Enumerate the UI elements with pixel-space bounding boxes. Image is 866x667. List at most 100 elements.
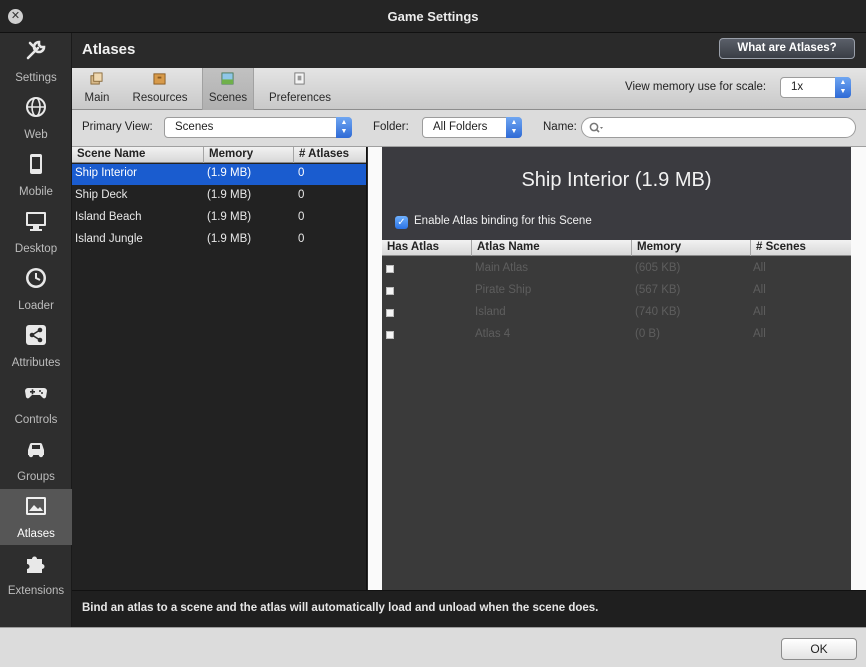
sidebar-item-mobile[interactable]: Mobile xyxy=(0,147,72,203)
panel-divider xyxy=(368,147,382,590)
sidebar-item-label: Desktop xyxy=(14,243,58,255)
scene-name: Island Jungle xyxy=(75,233,143,245)
has-atlas-checkbox[interactable] xyxy=(386,265,394,273)
tab-label: Main xyxy=(84,92,110,104)
table-row[interactable]: Ship Deck (1.9 MB) 0 xyxy=(72,186,366,207)
has-atlas-checkbox[interactable] xyxy=(386,331,394,339)
atlas-memory: (0 B) xyxy=(635,328,660,340)
column-header[interactable]: Memory xyxy=(637,241,681,253)
enable-binding-checkbox[interactable]: ✓ xyxy=(395,216,408,229)
tab-label: Scenes xyxy=(208,92,248,104)
wrench-icon xyxy=(26,40,46,60)
atlas-name: Main Atlas xyxy=(475,262,529,274)
status-bar: Bind an atlas to a scene and the atlas w… xyxy=(72,590,866,627)
scene-memory: (1.9 MB) xyxy=(207,189,252,201)
toolbar: Main Resources Scenes Preferences View m… xyxy=(72,68,866,110)
sidebar-item-groups[interactable]: Groups xyxy=(0,432,72,488)
scale-select-value: 1x xyxy=(791,81,804,93)
box-icon xyxy=(153,73,166,85)
filter-bar: Primary View: Scenes ▲ ▼ Folder: All Fold… xyxy=(72,110,866,147)
scene-atlas-count: 0 xyxy=(298,233,305,245)
primary-view-select[interactable]: Scenes ▲ ▼ xyxy=(164,117,352,138)
name-search-input[interactable] xyxy=(581,117,856,138)
sidebar-item-label: Atlases xyxy=(17,528,55,540)
atlas-memory: (740 KB) xyxy=(635,306,681,318)
column-header[interactable]: Atlas Name xyxy=(477,241,540,253)
scene-name: Ship Deck xyxy=(75,189,128,201)
scenes-table-header: Scene Name Memory # Atlases xyxy=(72,147,366,163)
column-header[interactable]: Has Atlas xyxy=(387,241,439,253)
main-icon xyxy=(90,72,103,85)
ok-button[interactable]: OK xyxy=(781,638,857,660)
sidebar-item-attributes[interactable]: Attributes xyxy=(0,318,72,374)
sidebar-item-settings[interactable]: Settings xyxy=(0,33,72,89)
atlas-scene-count: All xyxy=(753,284,766,296)
scene-atlas-count: 0 xyxy=(298,211,305,223)
page-header: Atlases What are Atlases? xyxy=(72,33,866,68)
scene-detail-header: Ship Interior (1.9 MB) ✓ Enable Atlas bi… xyxy=(382,147,851,240)
sidebar-item-label: Extensions xyxy=(7,585,65,597)
table-row: Main Atlas (605 KB) All xyxy=(382,257,851,279)
column-header[interactable]: # Atlases xyxy=(299,148,349,163)
table-row[interactable]: Island Jungle (1.9 MB) 0 xyxy=(72,230,366,251)
page-title: Atlases xyxy=(82,41,136,58)
sidebar-item-extensions[interactable]: Extensions xyxy=(0,546,72,602)
chevron-updown-icon: ▲ ▼ xyxy=(835,77,851,98)
scale-select[interactable]: 1x ▲ ▼ xyxy=(780,77,851,98)
sidebar: Settings Web Mobile Desktop Loader Attri… xyxy=(0,33,72,627)
sidebar-item-controls[interactable]: Controls xyxy=(0,375,72,431)
table-row: Pirate Ship (567 KB) All xyxy=(382,279,851,301)
table-row: Island (740 KB) All xyxy=(382,301,851,323)
scene-name: Ship Interior xyxy=(75,167,138,179)
sidebar-item-desktop[interactable]: Desktop xyxy=(0,204,72,260)
atlas-memory: (605 KB) xyxy=(635,262,681,274)
sidebar-item-loader[interactable]: Loader xyxy=(0,261,72,317)
atlas-name: Pirate Ship xyxy=(475,284,532,296)
atlas-table-header: Has Atlas Atlas Name Memory # Scenes xyxy=(382,240,851,256)
folder-select[interactable]: All Folders ▲ ▼ xyxy=(422,117,522,138)
name-label: Name: xyxy=(543,121,577,133)
scene-memory: (1.9 MB) xyxy=(207,233,252,245)
tab-resources[interactable]: Resources xyxy=(124,68,196,110)
column-divider xyxy=(203,147,204,163)
car-icon xyxy=(28,442,44,458)
sidebar-item-web[interactable]: Web xyxy=(0,90,72,146)
atlas-name: Atlas 4 xyxy=(475,328,511,340)
table-row[interactable]: Island Beach (1.9 MB) 0 xyxy=(72,208,366,229)
phone-icon xyxy=(30,154,42,174)
primary-view-label: Primary View: xyxy=(82,121,153,133)
panel-border xyxy=(851,147,866,590)
sidebar-item-label: Mobile xyxy=(19,186,53,198)
tab-preferences[interactable]: Preferences xyxy=(264,68,336,110)
folder-label: Folder: xyxy=(373,121,409,133)
has-atlas-checkbox[interactable] xyxy=(386,287,394,295)
sidebar-item-label: Groups xyxy=(17,471,55,483)
column-header[interactable]: # Scenes xyxy=(756,241,806,253)
atlas-memory: (567 KB) xyxy=(635,284,681,296)
tab-label: Preferences xyxy=(268,92,331,104)
atlas-scene-count: All xyxy=(753,262,766,274)
atlas-scene-count: All xyxy=(753,328,766,340)
share-icon xyxy=(26,325,46,345)
folder-select-value: All Folders xyxy=(433,121,488,133)
sidebar-item-atlases[interactable]: Atlases xyxy=(0,489,72,545)
chevron-updown-icon: ▲ ▼ xyxy=(506,117,522,138)
tab-scenes[interactable]: Scenes xyxy=(202,68,254,110)
column-header[interactable]: Memory xyxy=(209,148,253,163)
preferences-icon xyxy=(294,72,305,85)
sidebar-item-label: Loader xyxy=(18,300,54,312)
column-header[interactable]: Scene Name xyxy=(77,148,145,163)
tab-main[interactable]: Main xyxy=(72,68,122,110)
chevron-updown-icon: ▲ ▼ xyxy=(336,117,352,138)
column-divider xyxy=(293,147,294,163)
memory-scale-label: View memory use for scale: xyxy=(625,81,767,93)
picture-icon xyxy=(26,497,46,515)
clock-icon xyxy=(26,268,46,288)
table-row[interactable]: Ship Interior (1.9 MB) 0 xyxy=(72,164,366,185)
title-bar: ✕ Game Settings xyxy=(0,0,866,33)
enable-binding-label: Enable Atlas binding for this Scene xyxy=(414,215,592,227)
has-atlas-checkbox[interactable] xyxy=(386,309,394,317)
sidebar-item-label: Settings xyxy=(15,72,57,84)
what-are-atlases-button[interactable]: What are Atlases? xyxy=(719,38,855,59)
scene-name: Island Beach xyxy=(75,211,142,223)
